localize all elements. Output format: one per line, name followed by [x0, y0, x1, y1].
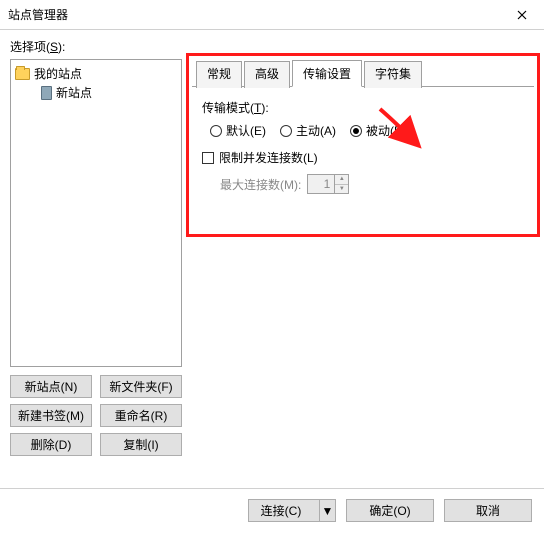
transfer-mode-label: 传输模式(T): [202, 99, 524, 116]
radio-icon [210, 125, 222, 137]
radio-active[interactable]: 主动(A) [280, 122, 336, 139]
radio-passive-label: 被动(P) [366, 122, 406, 139]
right-column: 常规 高级 传输设置 字符集 传输模式(T): 默认(E) 主动(A) [192, 59, 534, 456]
ok-button[interactable]: 确定(O) [346, 499, 434, 522]
radio-default-label: 默认(E) [226, 122, 266, 139]
new-site-button[interactable]: 新站点(N) [10, 375, 92, 398]
transfer-settings-panel: 传输模式(T): 默认(E) 主动(A) 被动(P) [192, 87, 534, 206]
radio-icon [280, 125, 292, 137]
close-button[interactable] [500, 0, 544, 29]
tab-advanced[interactable]: 高级 [244, 61, 290, 88]
delete-button[interactable]: 删除(D) [10, 433, 92, 456]
tree-child-label: 新站点 [56, 84, 92, 101]
spinner-down-button: ▼ [335, 185, 348, 194]
limit-connections-checkbox[interactable]: 限制并发连接数(L) [202, 149, 524, 166]
content-area: 选择项(S): 我的站点 新站点 新站点(N) 新文件夹(F) 新建书签(M) … [0, 30, 544, 488]
max-connections-row: 最大连接数(M): ▲ ▼ [202, 174, 524, 194]
copy-button[interactable]: 复制(I) [100, 433, 182, 456]
tab-transfer-settings[interactable]: 传输设置 [292, 60, 362, 87]
checkbox-icon [202, 152, 214, 164]
close-icon [517, 10, 527, 20]
server-icon [41, 86, 52, 100]
transfer-mode-radios: 默认(E) 主动(A) 被动(P) [210, 122, 524, 139]
cancel-button[interactable]: 取消 [444, 499, 532, 522]
radio-default[interactable]: 默认(E) [210, 122, 266, 139]
spinner-up-button: ▲ [335, 175, 348, 185]
titlebar: 站点管理器 [0, 0, 544, 30]
dialog-footer: 连接(C) ▼ 确定(O) 取消 [0, 488, 544, 532]
tab-general[interactable]: 常规 [196, 61, 242, 88]
limit-connections-label: 限制并发连接数(L) [219, 149, 318, 166]
radio-passive[interactable]: 被动(P) [350, 122, 406, 139]
chevron-down-icon[interactable]: ▼ [319, 500, 335, 521]
select-entry-label: 选择项(S): [10, 38, 534, 55]
tree-root-label: 我的站点 [34, 65, 82, 82]
max-connections-input [308, 175, 334, 193]
tree-root-item[interactable]: 我的站点 [13, 64, 179, 83]
connect-button[interactable]: 连接(C) ▼ [248, 499, 336, 522]
tab-bar: 常规 高级 传输设置 字符集 [192, 59, 534, 87]
site-tree[interactable]: 我的站点 新站点 [10, 59, 182, 367]
window-title: 站点管理器 [8, 6, 68, 23]
site-buttons: 新站点(N) 新文件夹(F) 新建书签(M) 重命名(R) 删除(D) 复制(I… [10, 375, 182, 456]
left-column: 我的站点 新站点 新站点(N) 新文件夹(F) 新建书签(M) 重命名(R) 删… [10, 59, 182, 456]
radio-icon [350, 125, 362, 137]
max-connections-label: 最大连接数(M): [220, 176, 301, 193]
tab-charset[interactable]: 字符集 [364, 61, 422, 88]
rename-button[interactable]: 重命名(R) [100, 404, 182, 427]
new-folder-button[interactable]: 新文件夹(F) [100, 375, 182, 398]
max-connections-spinner: ▲ ▼ [307, 174, 349, 194]
radio-active-label: 主动(A) [296, 122, 336, 139]
new-bookmark-button[interactable]: 新建书签(M) [10, 404, 92, 427]
folder-icon [15, 68, 30, 80]
tree-child-item[interactable]: 新站点 [13, 83, 179, 102]
